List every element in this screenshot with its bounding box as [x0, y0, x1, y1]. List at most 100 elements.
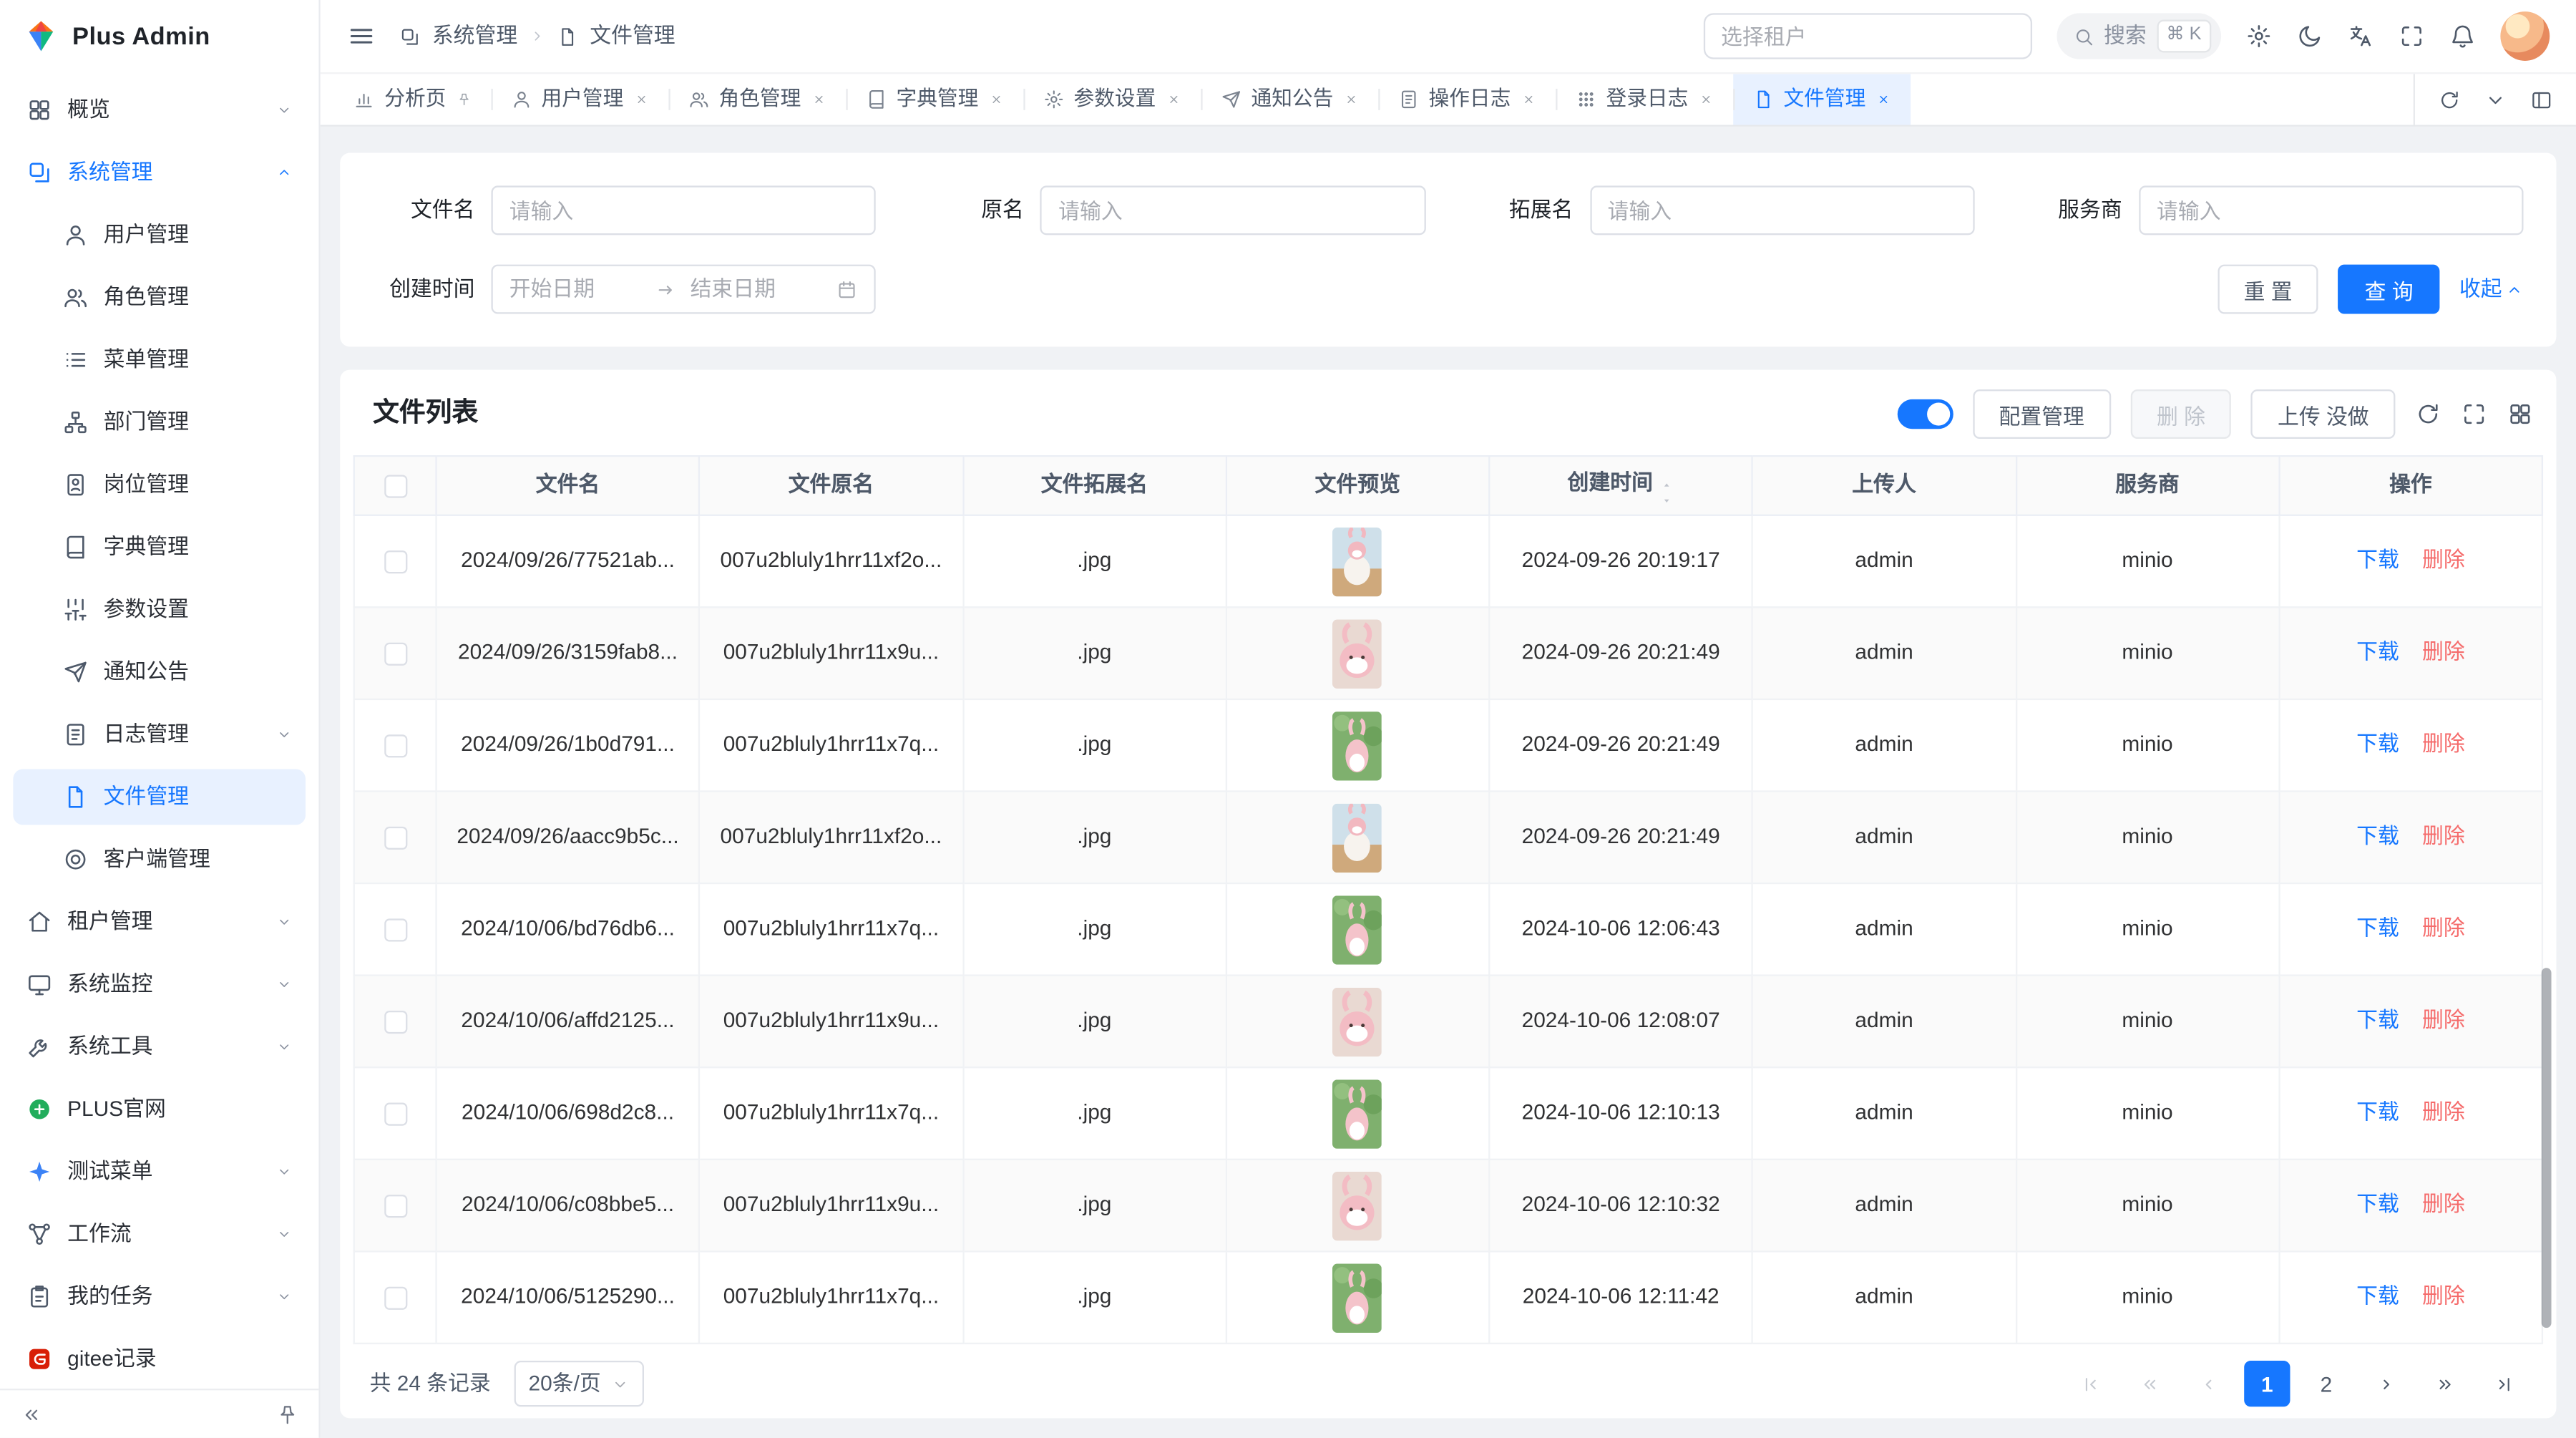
first-page-button[interactable]	[2067, 1361, 2112, 1407]
tab-notice-announcement[interactable]: 通知公告	[1200, 74, 1377, 125]
hamburger-menu-icon[interactable]	[346, 21, 376, 51]
row-checkbox[interactable]	[384, 1195, 406, 1218]
preview-image[interactable]	[1333, 803, 1382, 872]
row-checkbox[interactable]	[384, 1011, 406, 1034]
sidebar-item-my-tasks[interactable]: 我的任务	[13, 1268, 306, 1324]
preview-image[interactable]	[1333, 1263, 1382, 1331]
download-link[interactable]: 下载	[2356, 1008, 2399, 1032]
table-border-toggle[interactable]	[1897, 399, 1953, 429]
sidebar-item-plus-website[interactable]: PLUS官网	[13, 1082, 306, 1137]
scrollbar-thumb[interactable]	[2542, 968, 2552, 1328]
close-icon[interactable]	[811, 92, 826, 107]
page-button-1[interactable]: 1	[2244, 1361, 2290, 1407]
tab-file-management[interactable]: 文件管理	[1732, 74, 1910, 125]
refresh-list-icon[interactable]	[2415, 401, 2441, 427]
download-link[interactable]: 下载	[2356, 824, 2399, 848]
filter-input-original-name[interactable]	[1040, 185, 1425, 235]
select-all-checkbox[interactable]	[384, 475, 406, 497]
row-checkbox[interactable]	[384, 1102, 406, 1125]
close-icon[interactable]	[1698, 92, 1713, 107]
download-link[interactable]: 下载	[2356, 640, 2399, 664]
delete-link[interactable]: 删除	[2422, 1284, 2465, 1308]
preview-image[interactable]	[1333, 1079, 1382, 1147]
page-size-select[interactable]: 20条/页	[514, 1361, 644, 1407]
tab-dict-management[interactable]: 字典管理	[845, 74, 1023, 125]
column-header[interactable]: 上传人	[1752, 456, 2016, 515]
upload-button[interactable]: 上传 没做	[2251, 389, 2395, 439]
delete-link[interactable]: 删除	[2422, 1192, 2465, 1216]
sidebar-item-tenant-management[interactable]: 租户管理	[13, 894, 306, 950]
tab-param-settings[interactable]: 参数设置	[1023, 74, 1200, 125]
preview-image[interactable]	[1333, 527, 1382, 596]
collapse-sidebar-icon[interactable]	[20, 1403, 43, 1426]
gear-icon[interactable]	[2245, 23, 2272, 49]
sidebar-item-client-management[interactable]: 客户端管理	[13, 832, 306, 888]
tab-role-management[interactable]: 角色管理	[668, 74, 845, 125]
preview-image[interactable]	[1333, 1171, 1382, 1240]
row-checkbox[interactable]	[384, 643, 406, 666]
sidebar-item-notice-announcement[interactable]: 通知公告	[13, 644, 306, 700]
close-icon[interactable]	[1521, 92, 1536, 107]
page-button-2[interactable]: 2	[2303, 1361, 2349, 1407]
column-header[interactable]: 文件名	[436, 456, 700, 515]
date-range-picker[interactable]: 开始日期 结束日期	[491, 265, 876, 314]
delete-link[interactable]: 删除	[2422, 732, 2465, 757]
fullscreen-icon[interactable]	[2399, 23, 2425, 49]
column-header[interactable]: 创建时间	[1489, 456, 1752, 515]
tab-login-log[interactable]: 登录日志	[1555, 74, 1732, 125]
breadcrumb-item-system[interactable]: 系统管理	[432, 21, 517, 52]
filter-input-extension[interactable]	[1589, 185, 1974, 235]
avatar[interactable]	[2500, 11, 2550, 61]
global-search-button[interactable]: 搜索 ⌘ K	[2056, 13, 2221, 59]
sidebar-item-system-management[interactable]: 系统管理	[13, 145, 306, 200]
collapse-filters-link[interactable]: 收起	[2459, 274, 2524, 304]
tab-operation-log[interactable]: 操作日志	[1377, 74, 1555, 125]
column-settings-icon[interactable]	[2507, 401, 2534, 427]
download-link[interactable]: 下载	[2356, 732, 2399, 757]
close-icon[interactable]	[1343, 92, 1358, 107]
preview-image[interactable]	[1333, 618, 1382, 687]
next-group-button[interactable]	[2421, 1361, 2467, 1407]
column-header[interactable]: 服务商	[2016, 456, 2279, 515]
preview-image[interactable]	[1333, 895, 1382, 963]
sidebar-item-file-management[interactable]: 文件管理	[13, 769, 306, 825]
column-header[interactable]: 文件拓展名	[962, 456, 1226, 515]
table-scrollbar[interactable]	[2542, 518, 2552, 1336]
download-link[interactable]: 下载	[2356, 1192, 2399, 1216]
filter-input-provider[interactable]	[2139, 185, 2524, 235]
reset-button[interactable]: 重 置	[2218, 265, 2318, 314]
prev-group-button[interactable]	[2126, 1361, 2172, 1407]
sort-icons[interactable]	[1659, 481, 1674, 504]
prev-page-button[interactable]	[2185, 1361, 2231, 1407]
expand-table-icon[interactable]	[2461, 401, 2487, 427]
last-page-button[interactable]	[2481, 1361, 2527, 1407]
delete-link[interactable]: 删除	[2422, 1100, 2465, 1124]
column-header[interactable]: 文件原名	[699, 456, 962, 515]
preview-image[interactable]	[1333, 987, 1382, 1056]
column-header[interactable]: 文件预览	[1226, 456, 1489, 515]
row-checkbox[interactable]	[384, 734, 406, 757]
tenant-select-input[interactable]	[1703, 13, 2031, 59]
column-header[interactable]: 操作	[2279, 456, 2542, 515]
sidebar-item-system-tools[interactable]: 系统工具	[13, 1019, 306, 1074]
sidebar-item-menu-management[interactable]: 菜单管理	[13, 332, 306, 388]
row-checkbox[interactable]	[384, 1287, 406, 1310]
app-logo[interactable]: Plus Admin	[0, 0, 318, 72]
sidebar-item-overview[interactable]: 概览	[13, 82, 306, 138]
download-link[interactable]: 下载	[2356, 1100, 2399, 1124]
tab-analysis[interactable]: 分析页	[333, 74, 490, 125]
download-link[interactable]: 下载	[2356, 548, 2399, 572]
sidebar-item-dict-management[interactable]: 字典管理	[13, 520, 306, 575]
delete-link[interactable]: 删除	[2422, 824, 2465, 848]
layout-toggle-icon[interactable]	[2530, 88, 2553, 111]
sidebar-item-param-settings[interactable]: 参数设置	[13, 582, 306, 638]
sidebar-item-log-management[interactable]: 日志管理	[13, 706, 306, 762]
close-icon[interactable]	[633, 92, 648, 107]
delete-link[interactable]: 删除	[2422, 916, 2465, 941]
sidebar-item-gitee-log[interactable]: gitee记录	[13, 1331, 306, 1387]
delete-link[interactable]: 删除	[2422, 640, 2465, 664]
download-link[interactable]: 下载	[2356, 1284, 2399, 1308]
sidebar-item-dept-management[interactable]: 部门管理	[13, 394, 306, 450]
tab-user-management[interactable]: 用户管理	[490, 74, 668, 125]
bell-icon[interactable]	[2449, 23, 2476, 49]
